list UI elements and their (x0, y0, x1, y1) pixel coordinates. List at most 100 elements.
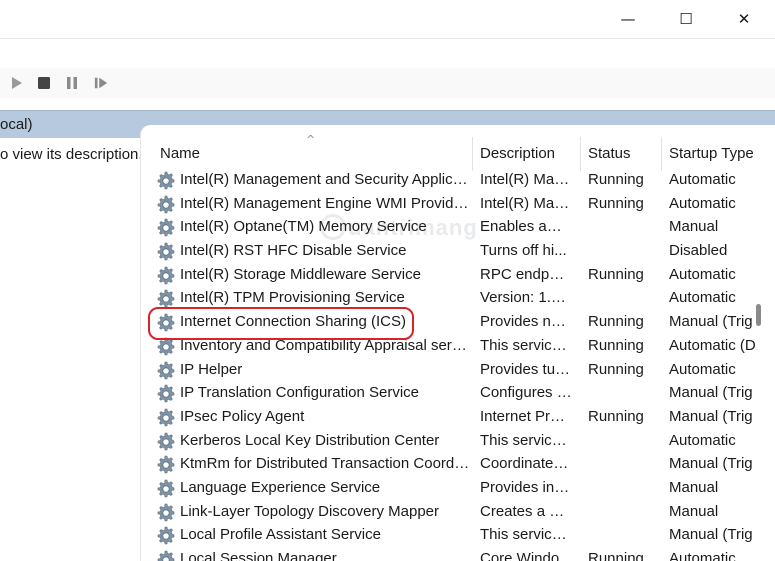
service-startup-type: Automatic (669, 171, 736, 188)
restart-icon[interactable] (94, 76, 108, 90)
column-header-status[interactable]: Status (588, 145, 631, 162)
service-description: Coordinates ... (480, 455, 572, 473)
service-description: Provides tun... (480, 360, 572, 378)
service-status: Running (588, 313, 644, 331)
service-gear-icon (156, 503, 176, 523)
column-divider[interactable] (661, 137, 662, 171)
toolbar (0, 68, 775, 99)
service-name: KtmRm for Distributed Transaction Coordi… (180, 455, 470, 473)
description-hint: o view its description. (0, 146, 143, 163)
service-gear-icon (156, 171, 176, 191)
service-gear-icon (156, 432, 176, 452)
service-name: Link-Layer Topology Discovery Mapper (180, 502, 440, 520)
service-startup-type: Manual (Trig (669, 407, 753, 425)
service-startup-type: Manual (669, 218, 719, 236)
service-gear-icon (156, 526, 176, 546)
service-name: IP Helper (180, 360, 243, 378)
service-name: Intel(R) TPM Provisioning Service (180, 289, 405, 307)
service-description: Enables ama... (480, 218, 572, 236)
service-row[interactable]: IPsec Policy Agent Internet Prot... Runnin… (141, 406, 775, 430)
service-status: Running (588, 336, 644, 354)
service-description: Configures a... (480, 384, 572, 402)
service-row[interactable]: Link-Layer Topology Discovery Mapper Crea… (141, 501, 775, 525)
service-gear-icon (156, 266, 176, 286)
service-status: Running (588, 550, 644, 561)
service-description: Provides infr... (480, 478, 572, 496)
column-header-startup-type[interactable]: Startup Type (669, 145, 754, 162)
service-status: Running (588, 265, 644, 283)
service-row[interactable]: Local Session Manager Core Windo... Runnin… (141, 548, 775, 561)
service-row[interactable]: IP Helper Provides tun... Running Automatic (141, 359, 775, 383)
service-gear-icon (156, 218, 176, 238)
service-name: Intel(R) Storage Middleware Service (180, 265, 421, 283)
service-row[interactable]: Intel(R) Storage Middleware Service RPC e… (141, 264, 775, 288)
service-gear-icon (156, 195, 176, 215)
sort-ascending-icon: ^ (306, 133, 316, 146)
service-description: Core Windo... (480, 550, 572, 561)
title-bar: — ☐ ✕ (0, 0, 775, 38)
vertical-scrollbar-thumb[interactable] (756, 304, 761, 326)
maximize-button[interactable]: ☐ (657, 0, 715, 38)
service-gear-icon (156, 550, 176, 561)
service-startup-type: Disabled (669, 242, 728, 260)
column-divider[interactable] (580, 137, 581, 171)
column-header-description[interactable]: Description (480, 145, 555, 162)
service-description: Turns off hi... (480, 242, 567, 260)
left-description-pane: o view its description. (0, 138, 150, 561)
service-row[interactable]: KtmRm for Distributed Transaction Coordi… (141, 453, 775, 477)
spacer (0, 98, 775, 110)
column-divider[interactable] (472, 137, 473, 171)
service-startup-type: Automatic (669, 550, 736, 561)
service-row[interactable]: Intel(R) Management Engine WMI Provider.… (141, 193, 775, 217)
service-description: Internet Prot... (480, 407, 572, 425)
service-startup-type: Manual (Trig (669, 455, 753, 473)
watermark-text: uantrimang (348, 215, 478, 240)
service-name: Kerberos Local Key Distribution Center (180, 431, 440, 449)
service-startup-type: Automatic (669, 360, 736, 378)
service-description: Version: 1.52... (480, 289, 572, 307)
service-name: Intel(R) Management and Security Applica… (180, 171, 470, 188)
service-row[interactable]: Intel(R) Management and Security Applica… (141, 169, 775, 193)
stop-icon[interactable] (37, 76, 51, 90)
service-row[interactable]: Language Experience Service Provides infr… (141, 477, 775, 501)
service-description: Creates a Ne... (480, 502, 572, 520)
highlight-box (148, 307, 414, 340)
service-status: Running (588, 171, 644, 188)
service-row[interactable]: Local Profile Assistant Service This serv… (141, 524, 775, 548)
service-startup-type: Automatic (669, 194, 736, 212)
service-name: IPsec Policy Agent (180, 407, 305, 425)
service-description: Provides net... (480, 313, 572, 331)
service-row[interactable]: Kerberos Local Key Distribution Center Th… (141, 430, 775, 454)
service-name: Local Profile Assistant Service (180, 526, 381, 544)
watermark-logo-icon (320, 214, 346, 240)
service-name: Intel(R) RST HFC Disable Service (180, 242, 407, 260)
service-startup-type: Automatic (669, 431, 736, 449)
service-description: This service ... (480, 526, 572, 544)
service-name: Local Session Manager (180, 550, 337, 561)
service-description: Intel(R) Man... (480, 194, 572, 212)
service-startup-type: Automatic (669, 265, 736, 283)
service-name: Language Experience Service (180, 478, 381, 496)
service-gear-icon (156, 361, 176, 381)
service-gear-icon (156, 384, 176, 404)
close-button[interactable]: ✕ (715, 0, 773, 38)
service-status: Running (588, 194, 644, 212)
service-startup-type: Automatic (D (669, 336, 756, 354)
service-description: RPC endpoi... (480, 265, 572, 283)
play-icon[interactable] (10, 76, 24, 90)
service-gear-icon (156, 479, 176, 499)
minimize-button[interactable]: — (599, 0, 657, 38)
service-name: Intel(R) Management Engine WMI Provider.… (180, 194, 470, 212)
service-startup-type: Manual (669, 502, 719, 520)
service-status: Running (588, 407, 644, 425)
service-startup-type: Manual (Trig (669, 384, 753, 402)
services-list: ^ Name Description Status Startup Type I… (141, 125, 775, 561)
service-row[interactable]: Intel(R) RST HFC Disable Service Turns of… (141, 240, 775, 264)
service-description: This service ... (480, 336, 572, 354)
service-gear-icon (156, 242, 176, 262)
column-header-name[interactable]: Name (160, 145, 200, 162)
pause-icon[interactable] (65, 76, 79, 90)
service-description: This service ... (480, 431, 572, 449)
service-gear-icon (156, 408, 176, 428)
service-row[interactable]: IP Translation Configuration Service Conf… (141, 382, 775, 406)
